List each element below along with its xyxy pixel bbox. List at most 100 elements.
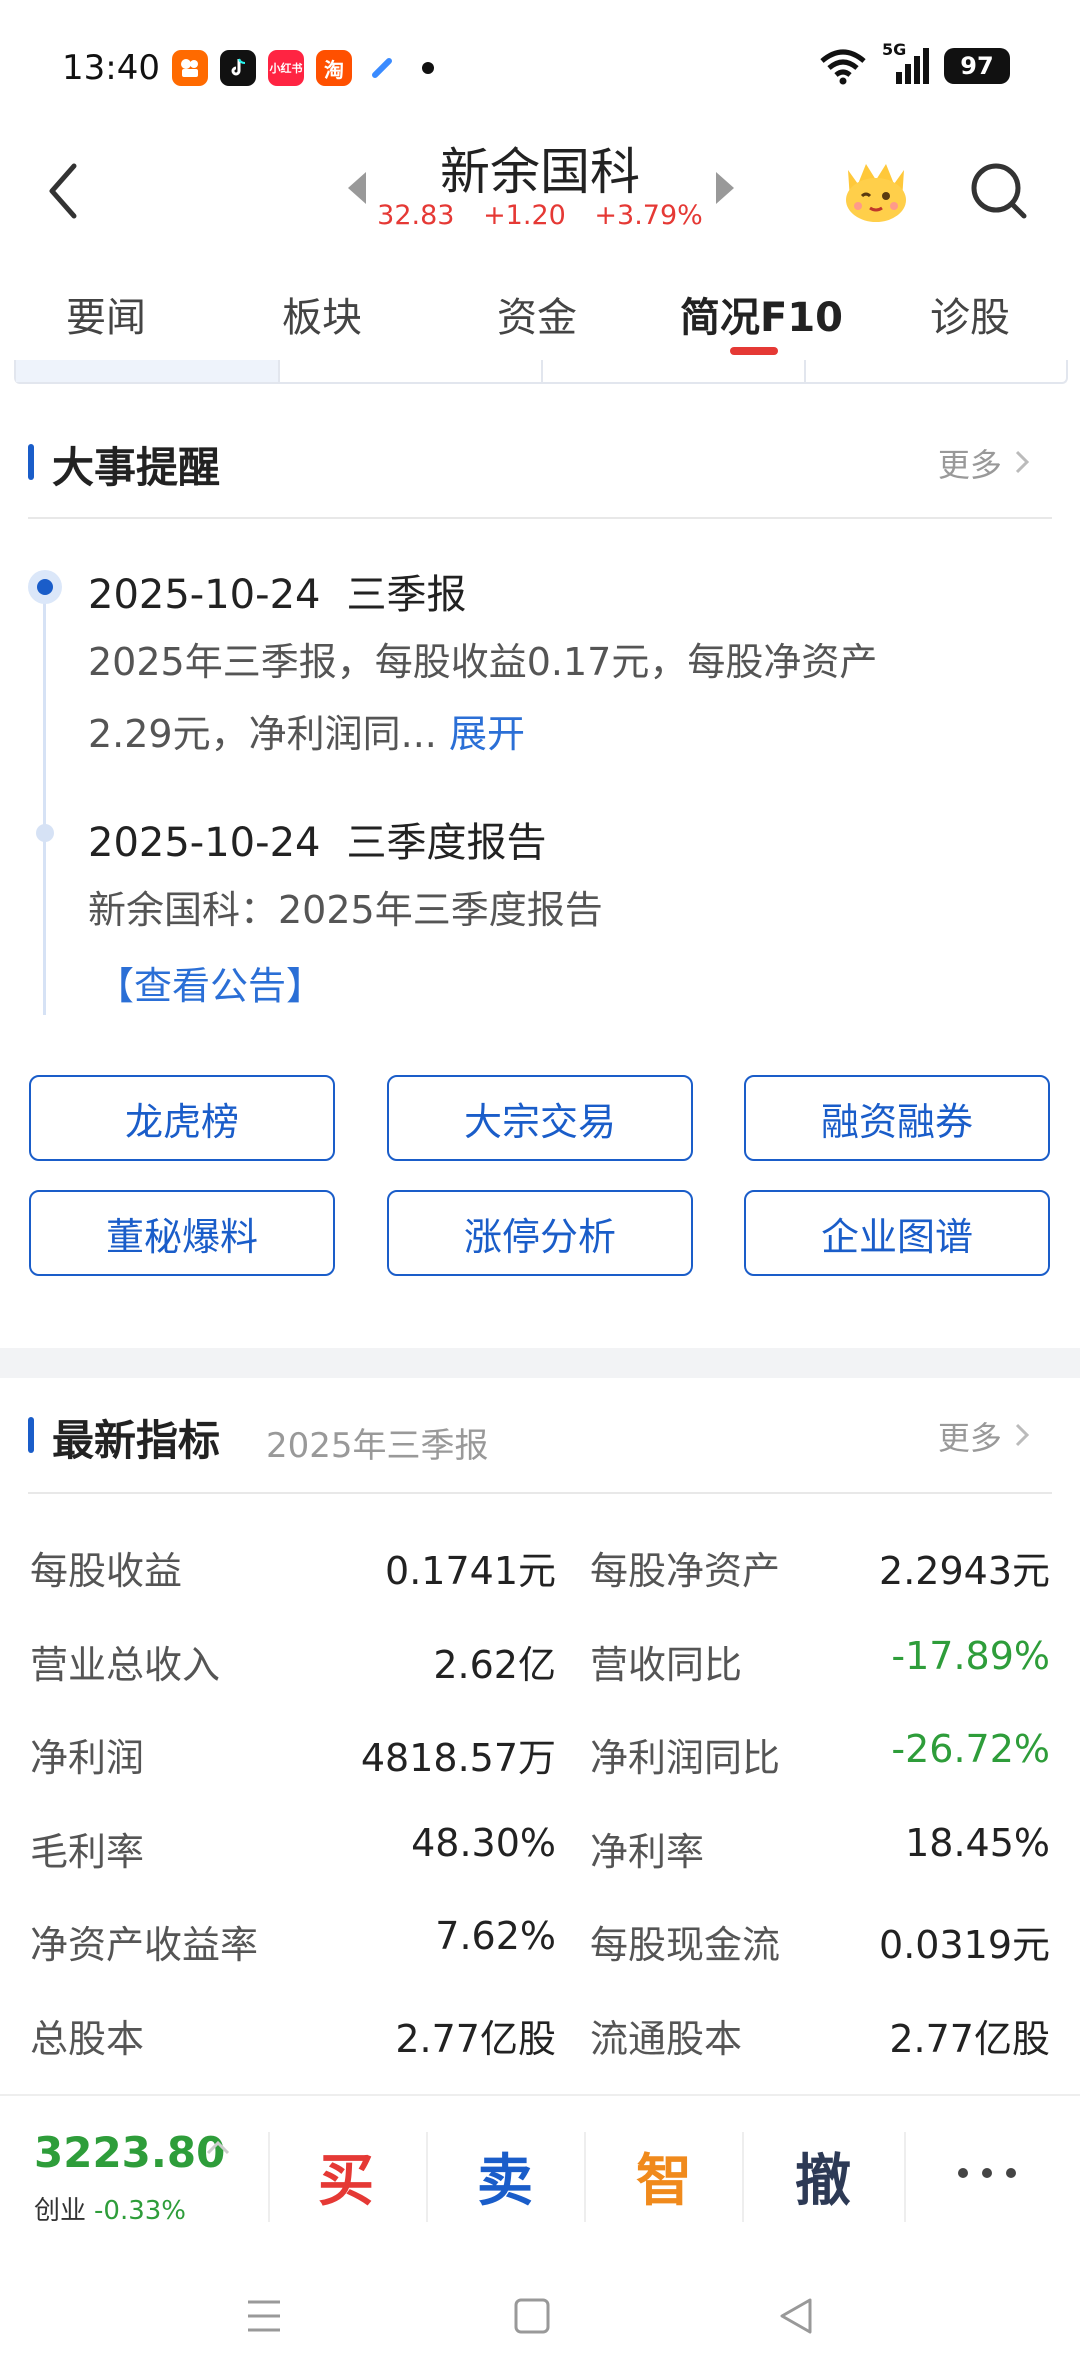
stock-change-pct: +3.79% (594, 200, 703, 231)
tiktok-icon (220, 50, 256, 86)
event-summary-truncated: 2.29元，净利润同... (88, 712, 437, 756)
metric-value: 2.77亿股 (889, 2017, 1050, 2061)
bottom-trade-bar: 3223.80 创业 -0.33% 买 卖 智 撤 (0, 2094, 1080, 2254)
mascot-assistant-button[interactable] (836, 150, 916, 230)
block-trade-button[interactable]: 大宗交易 (387, 1075, 693, 1161)
timeline-dot-active (28, 570, 62, 604)
metric-label: 净利润 (30, 1736, 145, 1780)
metric-label: 总股本 (30, 2017, 145, 2061)
stock-name: 新余国科 (440, 143, 640, 201)
view-notice-link[interactable]: 【查看公告】 (96, 955, 324, 1010)
tab-f10-overview[interactable]: 简况F10 (680, 285, 843, 343)
limit-up-analysis-button[interactable]: 涨停分析 (387, 1190, 693, 1276)
index-name: 创业 -0.33% (34, 2190, 186, 2227)
metric-label: 净利润同比 (590, 1736, 781, 1780)
subtab-active-segment[interactable] (16, 360, 278, 382)
events-more-link[interactable]: 更多 (938, 440, 1032, 486)
event-type: 三季报 (346, 572, 467, 618)
cell-signal-icon: 5G (882, 40, 930, 86)
board-secretary-button[interactable]: 董秘爆料 (29, 1190, 335, 1276)
tab-sectors[interactable]: 板块 (282, 285, 362, 343)
metric-label: 营业总收入 (30, 1643, 221, 1687)
event-date: 2025-10-24 (88, 820, 321, 866)
metric-value: 0.1741元 (385, 1549, 556, 1593)
bar-divider (904, 2132, 906, 2222)
index-change: -0.33% (94, 2196, 186, 2226)
metric-label: 毛利率 (30, 1830, 145, 1874)
xiaohongshu-label: 小红书 (269, 62, 303, 75)
metric-value: 4818.57万 (360, 1736, 556, 1780)
sell-button[interactable]: 卖 (445, 2136, 565, 2217)
taobao-icon: 淘 (316, 50, 352, 86)
tab-news[interactable]: 要闻 (66, 285, 146, 343)
subtab-divider (278, 360, 280, 382)
triangle-right-icon (716, 172, 734, 204)
metric-value: 48.30% (411, 1821, 556, 1865)
metric-value: 2.2943元 (879, 1549, 1050, 1593)
browser-icon (364, 50, 400, 86)
expand-link[interactable]: 展开 (449, 712, 525, 756)
bar-divider (426, 2132, 428, 2222)
bar-divider (584, 2132, 586, 2222)
cancel-order-button[interactable]: 撤 (763, 2136, 883, 2217)
search-icon (971, 163, 1027, 219)
metric-value: 18.45% (905, 1821, 1050, 1865)
more-menu-button[interactable] (958, 2168, 1016, 2178)
metric-label: 每股现金流 (590, 1923, 781, 1967)
index-value[interactable]: 3223.80 (34, 2128, 225, 2177)
mascot-icon (846, 164, 906, 222)
chevron-right-icon (1015, 1423, 1030, 1447)
stock-quote: 32.83 +1.20 +3.79% (0, 200, 1080, 231)
chevron-up-icon (206, 2140, 230, 2155)
metric-value: 2.62亿 (433, 1643, 556, 1687)
tab-diagnosis[interactable]: 诊股 (930, 285, 1010, 343)
stock-change: +1.20 (483, 200, 566, 231)
xiaohongshu-icon: 小红书 (268, 50, 304, 86)
subtab-divider (804, 360, 806, 382)
metric-label: 营收同比 (590, 1643, 743, 1687)
notification-icons: 小红书 淘 (172, 50, 434, 86)
company-graph-button[interactable]: 企业图谱 (744, 1190, 1050, 1276)
metric-value: 2.77亿股 (395, 2017, 556, 2061)
event-summary-line: 2025年三季报，每股收益0.17元，每股净资产 (88, 640, 878, 684)
metrics-more-link[interactable]: 更多 (938, 1413, 1032, 1459)
tab-funds[interactable]: 资金 (497, 285, 577, 343)
event-summary-line: 新余国科：2025年三季度报告 (88, 888, 603, 932)
smart-trade-button[interactable]: 智 (604, 2136, 724, 2217)
subtab-divider (541, 360, 543, 382)
metric-label: 净资产收益率 (30, 1923, 259, 1967)
event-summary-line: 2.29元，净利润同... 展开 (88, 698, 1048, 770)
event-type: 三季度报告 (346, 820, 547, 866)
stock-price: 32.83 (377, 200, 455, 231)
metric-label: 每股净资产 (590, 1549, 781, 1593)
index-label: 创业 (34, 2196, 87, 2226)
metric-value: -17.89% (891, 1634, 1050, 1678)
metric-value: 0.0319元 (879, 1923, 1050, 1967)
status-right: 5G 97 (818, 40, 1010, 86)
buy-button[interactable]: 买 (286, 2136, 406, 2217)
dragon-tiger-list-button[interactable]: 龙虎榜 (29, 1075, 335, 1161)
metric-label: 每股收益 (30, 1549, 183, 1593)
event-heading: 2025-10-24 三季度报告 (88, 810, 546, 868)
events-more-label: 更多 (937, 446, 1002, 484)
event-summary: 新余国科：2025年三季度报告 (88, 874, 1048, 946)
menu-icon[interactable] (244, 2296, 284, 2336)
metric-label: 流通股本 (590, 2017, 743, 2061)
back-triangle-icon[interactable] (776, 2296, 816, 2336)
metrics-period: 2025年三季报 (266, 1426, 489, 1466)
margin-trading-button[interactable]: 融资融券 (744, 1075, 1050, 1161)
metric-label: 净利率 (590, 1830, 705, 1874)
next-stock-button[interactable] (710, 168, 740, 212)
bar-divider (742, 2132, 744, 2222)
search-button[interactable] (964, 156, 1034, 226)
chevron-right-icon (1015, 450, 1030, 474)
wifi-icon (820, 49, 866, 85)
home-square-icon[interactable] (512, 2296, 552, 2336)
section-accent-bar (28, 444, 34, 480)
section-divider (28, 517, 1052, 519)
timeline-dot (36, 824, 54, 842)
more-notifications-dot (422, 62, 434, 74)
subtabs-strip (14, 360, 1068, 384)
taobao-label: 淘 (324, 57, 344, 82)
timeline-line (43, 590, 46, 1015)
